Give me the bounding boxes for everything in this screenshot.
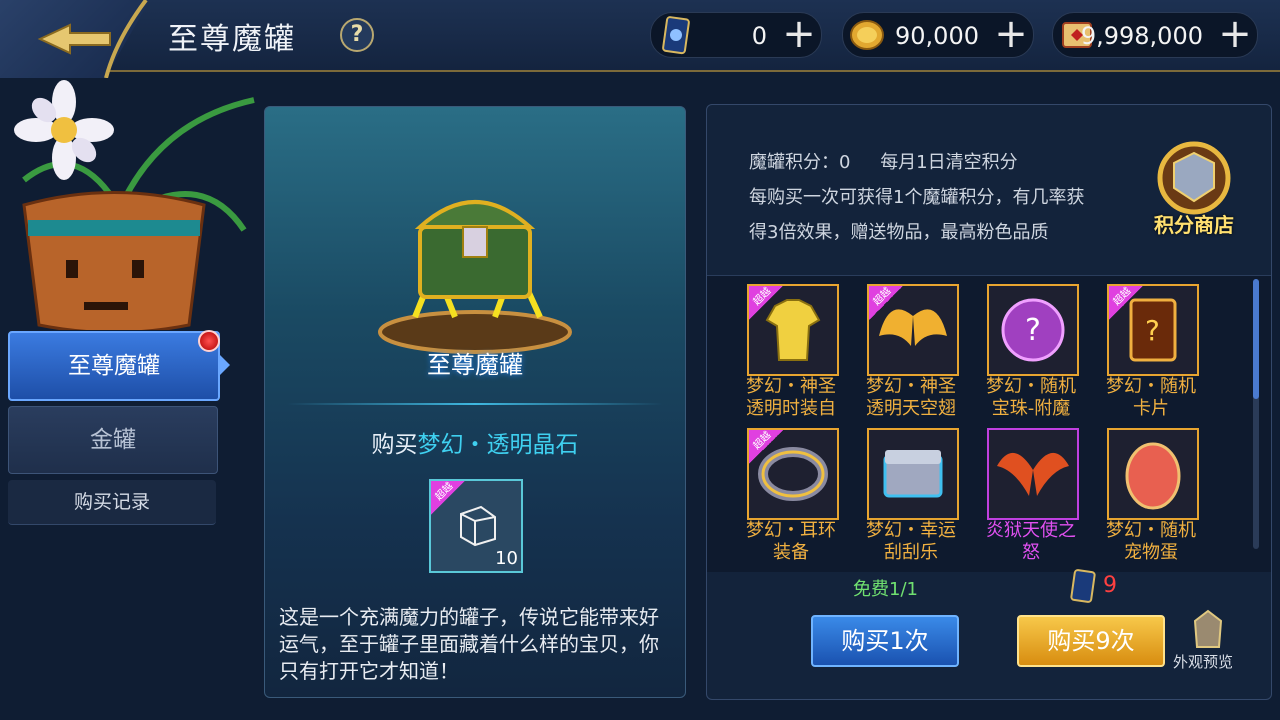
scrollbar-thumb[interactable] (1253, 279, 1259, 399)
item-frame[interactable] (987, 428, 1079, 520)
card-count: 0 (751, 22, 767, 50)
box-icon (883, 450, 943, 498)
item-label: 炎狱天使之怒 (981, 520, 1081, 564)
currency-gold: 90,000 + (842, 12, 1034, 58)
buy-description: 购买梦幻・透明晶石 (265, 425, 685, 459)
points-info: 魔罐积分：0 每月1日清空积分 每购买一次可获得1个魔罐积分，有几率获得3倍效果… (749, 145, 1089, 250)
buy-nine-button[interactable]: 购买9次 (1017, 615, 1165, 667)
item-label-line2: 宠物蛋 (1124, 542, 1178, 563)
gold-coin-icon (850, 20, 884, 50)
item-frame[interactable]: ? 超越 (1107, 284, 1199, 376)
surpass-tag: 超越 (749, 286, 783, 320)
surpass-tag: 超越 (749, 430, 783, 464)
rewards-panel: 魔罐积分：0 每月1日清空积分 每购买一次可获得1个魔罐积分，有几率获得3倍效果… (706, 104, 1272, 700)
item-frame[interactable] (867, 428, 959, 520)
item-label-line1: 梦幻・神圣 (866, 376, 956, 397)
reward-crystal[interactable]: 超越 10 (429, 479, 523, 573)
points-rule: 每购买一次可获得1个魔罐积分，有几率获得3倍效果，赠送物品，最高粉色品质 (749, 187, 1085, 243)
appearance-preview-button[interactable]: 外观预览 (1173, 651, 1233, 672)
divider (287, 403, 663, 405)
item-label-line2: 刮刮乐 (884, 542, 938, 563)
header-swoosh (104, 0, 148, 78)
tab-gold-jar[interactable]: 金罐 (8, 406, 218, 474)
item-label-line1: 梦幻・随机 (1106, 520, 1196, 541)
scroll-amount: 9,998,000 (1080, 22, 1203, 50)
item-label: 梦幻・耳环 装备 (741, 520, 841, 564)
item-label: 梦幻・随机 宝珠-附魔 (981, 376, 1081, 420)
item-label-line1: 梦幻・幸运 (866, 520, 956, 541)
surpass-tag: 超越 (869, 286, 903, 320)
item-frame[interactable]: ? (987, 284, 1079, 376)
knight-icon[interactable] (1183, 607, 1233, 651)
jar-description: 这是一个充满魔力的罐子，传说它能带来好运气，至于罐子里面藏着什么样的宝贝，你只有… (279, 605, 659, 683)
cost-value: 9 (1103, 573, 1117, 598)
item-label-line1: 梦幻・耳环 (746, 520, 836, 541)
points-shop-button[interactable]: 积分商店 (1139, 133, 1249, 243)
item-label-line1: 炎狱天使之 (986, 520, 1076, 541)
item-label: 梦幻・随机 宠物蛋 (1101, 520, 1201, 564)
surpass-tag: 超越 (1109, 286, 1143, 320)
item-label-line2: 透明时装自 (746, 398, 836, 419)
buy-once-button[interactable]: 购买1次 (811, 615, 959, 667)
reset-note: 每月1日清空积分 (880, 152, 1018, 173)
shop-label: 积分商店 (1154, 213, 1234, 237)
chest-name: 至尊魔罐 (427, 351, 523, 379)
crystal-cube-icon (460, 505, 496, 547)
treasure-chest-icon (378, 200, 572, 354)
item-frame[interactable]: 超越 (867, 284, 959, 376)
fire-wings-icon (997, 452, 1069, 496)
card-icon (1070, 569, 1096, 603)
orb-icon: ? (1001, 298, 1065, 362)
tab-supreme-jar[interactable]: 至尊魔罐 (8, 331, 220, 401)
item-label-line1: 梦幻・随机 (1106, 376, 1196, 397)
free-count: 免费1/1 (853, 579, 918, 600)
gold-amount: 90,000 (895, 22, 979, 50)
item-label-line1: 梦幻・随机 (986, 376, 1076, 397)
item-label: 梦幻・神圣 透明天空翅 (861, 376, 961, 420)
page-title: 至尊魔罐 (168, 22, 296, 57)
svg-text:?: ? (1145, 314, 1160, 347)
reward-grid: 超越 梦幻・神圣 透明时装自 超越 梦幻・神圣 透明天空翅? 梦幻・随机 宝珠-附魔? 超越 梦幻… (707, 275, 1271, 572)
flower-pot-mascot (14, 80, 255, 330)
notification-dot (198, 330, 220, 352)
item-label-line1: 梦幻・神圣 (746, 376, 836, 397)
help-icon[interactable]: ? (340, 18, 374, 52)
buy-item-name: 梦幻・透明晶石 (417, 432, 579, 458)
item-label: 梦幻・随机 卡片 (1101, 376, 1201, 420)
item-label: 梦幻・幸运 刮刮乐 (861, 520, 961, 564)
item-frame[interactable]: 超越 (747, 428, 839, 520)
item-label-line2: 卡片 (1133, 398, 1169, 419)
svg-text:?: ? (1025, 313, 1041, 348)
item-frame[interactable] (1107, 428, 1199, 520)
reward-quantity: 10 (495, 548, 518, 569)
egg-icon (1125, 442, 1181, 510)
buy-prefix: 购买 (371, 432, 418, 458)
points-value: 魔罐积分：0 (749, 152, 851, 173)
item-label-line2: 宝珠-附魔 (991, 398, 1071, 419)
item-frame[interactable]: 超越 (747, 284, 839, 376)
currency-scroll: 9,998,000 + (1052, 12, 1258, 58)
add-gold-button[interactable]: + (991, 13, 1031, 57)
add-scroll-button[interactable]: + (1215, 13, 1255, 57)
item-label-line2: 透明天空翅 (866, 398, 956, 419)
card-icon (662, 16, 690, 55)
purchase-history-button[interactable]: 购买记录 (8, 480, 216, 525)
add-card-button[interactable]: + (779, 13, 819, 57)
jar-detail-panel: 至尊魔罐 购买梦幻・透明晶石 超越 10 这是一个充满魔力的罐子，传说它能带来好… (264, 106, 686, 698)
item-label: 梦幻・神圣 透明时装自 (741, 376, 841, 420)
currency-card: 0 + (650, 12, 822, 58)
active-tab-arrow (218, 353, 230, 377)
item-label-line2: 装备 (773, 542, 809, 563)
item-label-line2: 怒 (1022, 542, 1040, 563)
